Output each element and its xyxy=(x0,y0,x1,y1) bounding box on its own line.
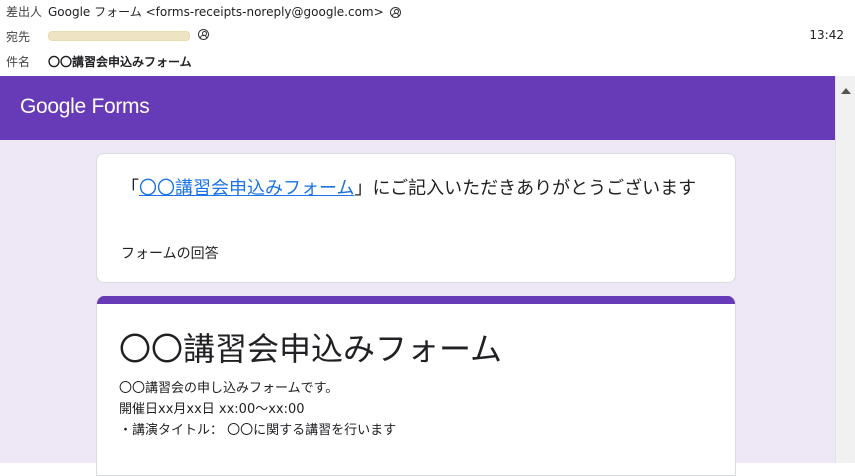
to-row: 宛先 13:42 xyxy=(0,25,855,47)
from-address[interactable]: Google フォーム <forms-receipts-noreply@goog… xyxy=(48,5,384,19)
description-line: ・講演タイトル： 〇〇に関する講習を行います xyxy=(119,423,397,438)
form-description: 〇〇講習会の申し込みフォームです。 開催日xx月xx日 xx:00〜xx:00 … xyxy=(119,378,396,441)
scrollbar[interactable] xyxy=(835,76,855,463)
contact-icon[interactable] xyxy=(389,7,401,18)
description-line: 〇〇講習会の申し込みフォームです。 xyxy=(119,381,339,396)
redacted-recipient xyxy=(48,31,190,41)
time-stamp: 13:42 xyxy=(809,28,844,42)
quote-open: 「 xyxy=(121,178,139,199)
thank-you-text: 」にご記入いただきありがとうございます xyxy=(354,178,697,199)
subject-row: 件名 〇〇講習会申込みフォーム xyxy=(0,50,855,72)
from-label: 差出人 xyxy=(6,5,43,19)
form-header-card: 〇〇講習会申込みフォーム 〇〇講習会の申し込みフォームです。 開催日xx月xx日… xyxy=(96,296,736,476)
subject-value: 〇〇講習会申込みフォーム xyxy=(48,55,192,69)
from-row: 差出人 Google フォーム <forms-receipts-noreply@… xyxy=(0,0,855,22)
google-forms-logo: Google Forms xyxy=(20,95,150,118)
form-link[interactable]: 〇〇講習会申込みフォーム xyxy=(139,178,354,199)
to-label: 宛先 xyxy=(6,30,31,44)
scroll-up-arrow-icon[interactable] xyxy=(841,88,851,94)
forms-banner: Google Forms xyxy=(0,76,835,140)
form-title: 〇〇講習会申込みフォーム xyxy=(119,330,503,368)
form-responses-label: フォームの回答 xyxy=(121,246,219,262)
thank-you-message: 「〇〇講習会申込みフォーム」にご記入いただきありがとうございます xyxy=(121,175,711,203)
contact-icon[interactable] xyxy=(198,29,209,40)
form-accent-bar xyxy=(97,296,735,304)
description-line: 開催日xx月xx日 xx:00〜xx:00 xyxy=(119,402,305,417)
from-value[interactable]: Google フォーム <forms-receipts-noreply@goog… xyxy=(48,3,401,20)
subject-label: 件名 xyxy=(6,55,31,69)
mail-header: 差出人 Google フォーム <forms-receipts-noreply@… xyxy=(0,0,855,76)
confirmation-card: 「〇〇講習会申込みフォーム」にご記入いただきありがとうございます フォームの回答 xyxy=(96,153,736,283)
